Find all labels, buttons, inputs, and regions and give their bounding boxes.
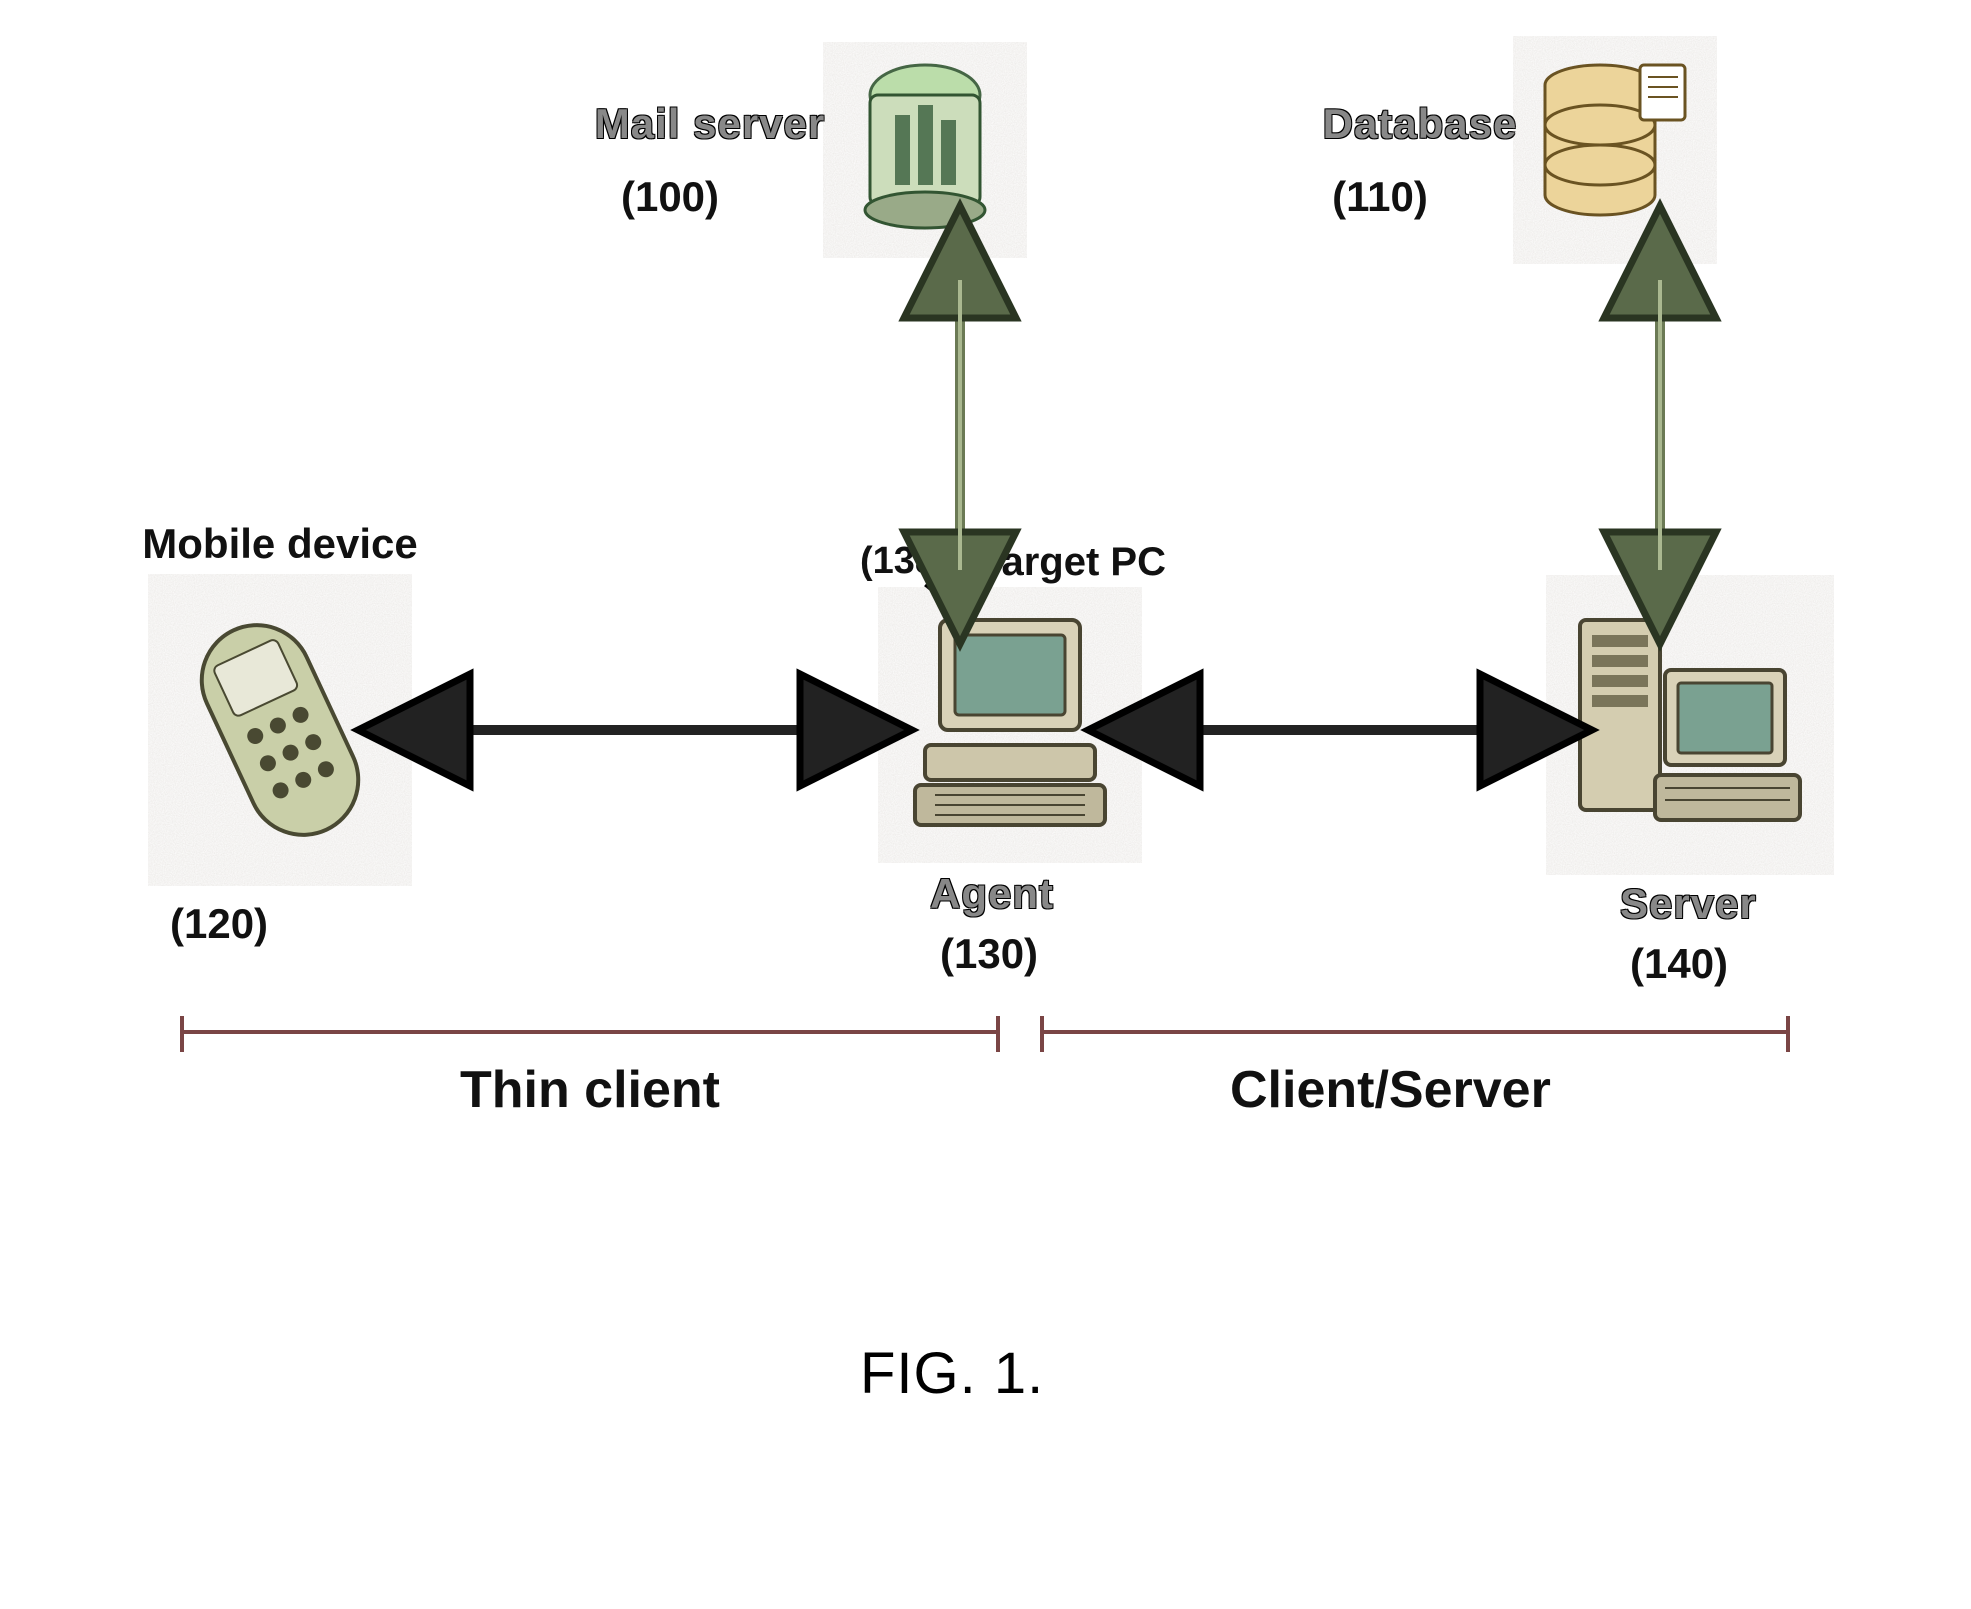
mobile-device-icon xyxy=(170,600,390,860)
agent-label: Agent xyxy=(930,870,1054,918)
database-label: Database xyxy=(1323,100,1518,147)
client-server-label: Client/Server xyxy=(1230,1060,1551,1120)
server-icon xyxy=(1570,600,1810,850)
range-client-server xyxy=(1040,1030,1790,1042)
node-mail-server: Mail server (100) xyxy=(610,70,1030,166)
database-icon xyxy=(1530,55,1700,245)
thin-client-label: Thin client xyxy=(460,1060,720,1120)
mail-server-ref: (100) xyxy=(460,173,880,221)
arrow-mobile-agent xyxy=(400,700,870,760)
mobile-device-ref: (120) xyxy=(170,900,268,948)
range-thin-client xyxy=(180,1030,1000,1042)
server-ref: (140) xyxy=(1630,940,1728,988)
arrow-mailserver-agent xyxy=(930,250,990,600)
arrow-agent-server xyxy=(1130,700,1550,760)
server-label: Server xyxy=(1620,880,1757,928)
arrow-database-server xyxy=(1630,250,1690,600)
node-database: Database (110) xyxy=(1280,70,1700,166)
mobile-device-label: Mobile device xyxy=(142,520,417,567)
figure-caption: FIG. 1. xyxy=(860,1340,1044,1407)
diagram-canvas: Mail server (100) Database (110) xyxy=(0,0,1971,1609)
mail-server-label: Mail server xyxy=(595,100,825,147)
pc-icon xyxy=(900,610,1120,840)
agent-ref: (130) xyxy=(940,930,1038,978)
mail-server-icon xyxy=(840,60,1010,240)
target-pc-label: Target PC xyxy=(980,540,1166,585)
database-ref: (110) xyxy=(1170,173,1590,221)
node-mobile-device: Mobile device (120) xyxy=(130,520,450,568)
